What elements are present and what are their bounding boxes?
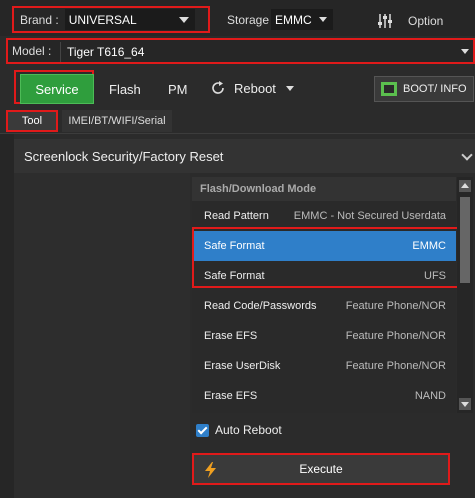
chevron-down-icon: [285, 85, 294, 91]
chip-icon: [381, 82, 397, 96]
list-item[interactable]: Erase UserDisk Feature Phone/NOR: [192, 351, 456, 381]
operations-list: Flash/Download Mode Read Pattern EMMC - …: [192, 177, 456, 413]
boot-info-button[interactable]: BOOT/ INFO: [374, 76, 474, 102]
list-item[interactable]: Read Pattern EMMC - Not Secured Userdata: [192, 201, 456, 231]
section-title: Screenlock Security/Factory Reset: [24, 148, 224, 164]
scroll-thumb[interactable]: [460, 197, 470, 283]
reboot-button[interactable]: Reboot: [210, 80, 294, 96]
left-panel: [14, 173, 190, 498]
chevron-down-icon: [319, 17, 327, 22]
section-header-screenlock[interactable]: Screenlock Security/Factory Reset: [14, 139, 475, 173]
list-group-header: Flash/Download Mode: [192, 177, 456, 201]
tab-flash[interactable]: Flash: [109, 82, 141, 97]
list-item-value: Feature Phone/NOR: [345, 330, 446, 342]
list-item-name: Safe Format: [204, 240, 265, 252]
reboot-label: Reboot: [234, 80, 276, 96]
list-item-name: Safe Format: [204, 270, 265, 282]
list-scrollbar[interactable]: [457, 177, 473, 413]
execute-label: Execute: [299, 462, 343, 476]
model-selector-group: Model : Tiger T616_64: [6, 38, 475, 64]
tab-service[interactable]: Service: [20, 74, 94, 104]
model-value: Tiger T616_64: [67, 45, 145, 59]
option-label: Option: [408, 14, 444, 28]
main-tabs: Service Flash PM Reboot BOOT/ INFO: [14, 70, 475, 106]
list-item-value: EMMC: [412, 240, 446, 252]
sub-tabs: Tool IMEI/BT/WIFI/Serial: [0, 108, 475, 134]
brand-value: UNIVERSAL: [68, 12, 137, 27]
list-item[interactable]: Erase EFS NAND: [192, 381, 456, 411]
scroll-down-icon[interactable]: [459, 398, 471, 410]
list-item-value: Feature Phone/NOR: [345, 300, 446, 312]
left-gutter: [0, 134, 14, 498]
sliders-icon: [378, 14, 392, 28]
storage-dropdown[interactable]: EMMC: [271, 9, 333, 30]
list-item-value: UFS: [424, 270, 446, 282]
list-item-name: Erase UserDisk: [204, 360, 281, 372]
boot-info-label: BOOT/ INFO: [403, 83, 467, 95]
list-item[interactable]: Read Code/Passwords Feature Phone/NOR: [192, 291, 456, 321]
model-dropdown[interactable]: Tiger T616_64: [60, 42, 471, 62]
tab-tool[interactable]: Tool: [6, 110, 58, 132]
list-item-value: NAND: [414, 390, 446, 402]
list-item-selected[interactable]: Safe Format EMMC: [192, 231, 456, 261]
list-item-name: Erase EFS: [204, 330, 258, 342]
brand-dropdown[interactable]: UNIVERSAL: [64, 9, 195, 30]
chevron-down-icon: [461, 49, 469, 54]
tab-imei-bt-wifi-serial[interactable]: IMEI/BT/WIFI/Serial: [62, 110, 172, 132]
refresh-icon: [212, 81, 224, 94]
list-item-name: Erase EFS: [204, 390, 258, 402]
list-item[interactable]: Safe Format UFS: [192, 261, 456, 291]
execute-button[interactable]: Execute: [192, 453, 450, 485]
auto-reboot-label: Auto Reboot: [215, 423, 282, 437]
auto-reboot-option[interactable]: Auto Reboot: [196, 423, 282, 437]
tab-pm[interactable]: PM: [168, 82, 188, 97]
storage-value: EMMC: [275, 12, 312, 27]
top-toolbar: Brand : UNIVERSAL Storage EMMC Option: [0, 0, 475, 36]
chevron-down-icon: [461, 149, 473, 161]
list-item-name: Read Pattern: [204, 210, 269, 222]
option-button[interactable]: Option: [370, 8, 470, 34]
list-item-name: Read Code/Passwords: [204, 300, 317, 312]
brand-selector-group: Brand : UNIVERSAL: [12, 6, 210, 33]
chevron-down-icon: [178, 17, 189, 23]
scroll-up-icon[interactable]: [459, 180, 471, 192]
lightning-icon: [205, 462, 216, 478]
brand-label: Brand :: [20, 12, 59, 27]
storage-label: Storage: [227, 13, 270, 27]
list-item-value: EMMC - Not Secured Userdata: [293, 210, 446, 222]
list-item-value: Feature Phone/NOR: [345, 360, 446, 372]
list-item[interactable]: Erase EFS Feature Phone/NOR: [192, 321, 456, 351]
model-label: Model :: [12, 44, 52, 58]
auto-reboot-checkbox[interactable]: [196, 423, 209, 437]
